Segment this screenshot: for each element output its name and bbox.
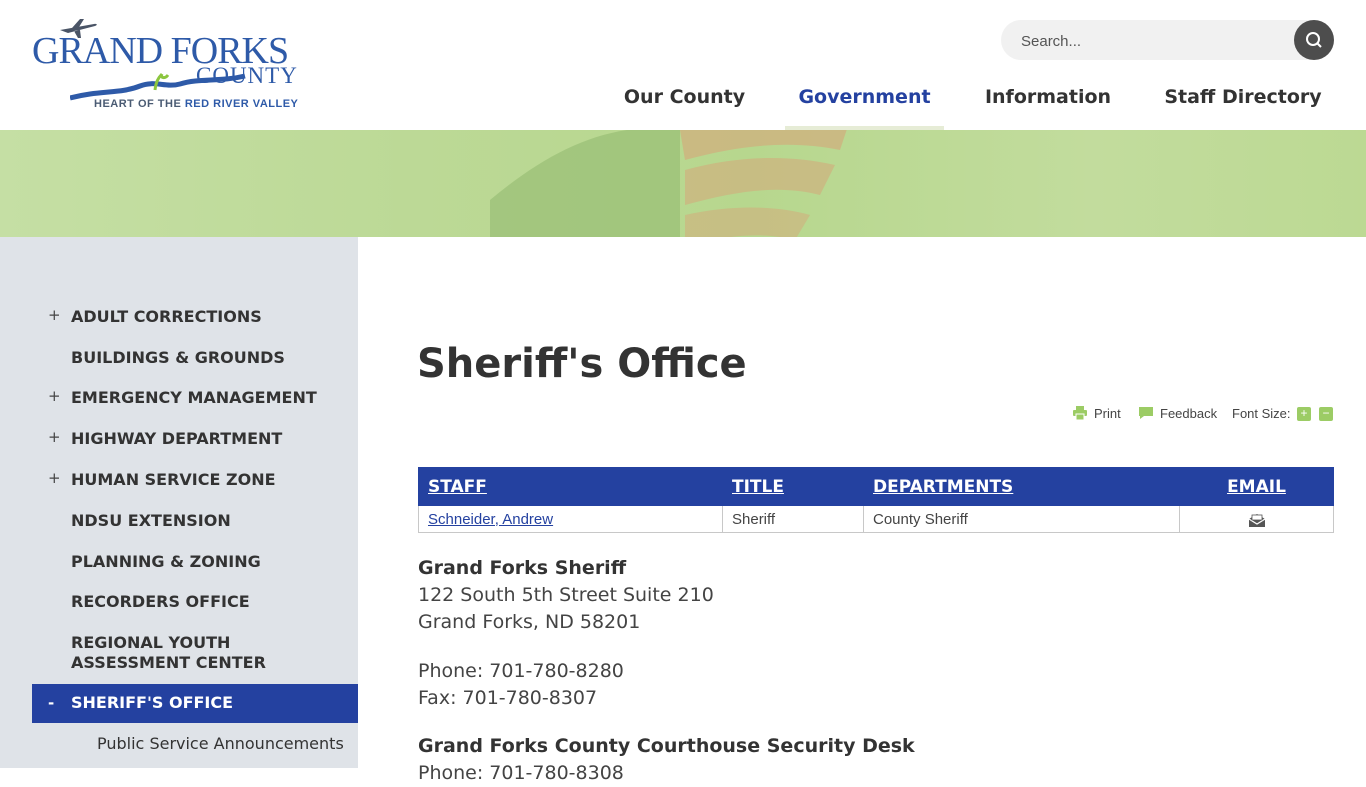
page-title: Sheriff's Office (417, 341, 747, 387)
print-button[interactable]: Print (1072, 404, 1121, 424)
contact-block-sheriff: Grand Forks Sheriff 122 South 5th Street… (418, 555, 714, 636)
expand-icon[interactable]: + (48, 386, 61, 406)
print-icon (1073, 406, 1087, 421)
staff-table: STAFF TITLE DEPARTMENTS EMAIL Schneider,… (418, 467, 1334, 533)
sidebar-subitem-public-service-announcements[interactable]: Public Service Announcements (97, 734, 344, 753)
font-increase-button[interactable]: + (1297, 407, 1311, 421)
feedback-button[interactable]: Feedback (1138, 404, 1217, 424)
feedback-icon (1139, 407, 1153, 419)
phone-number: Phone: 701-780-8280 (418, 660, 624, 682)
sidebar-item-sheriffs-office[interactable]: - SHERIFF'S OFFICE (32, 684, 358, 723)
expand-icon[interactable]: + (48, 427, 61, 447)
font-size-label: Font Size: (1232, 406, 1291, 421)
search-icon (1306, 32, 1322, 48)
nav-information[interactable]: Information (972, 70, 1124, 130)
hero-banner (0, 130, 1366, 237)
staff-name-link[interactable]: Schneider, Andrew (428, 511, 553, 528)
table-row: Schneider, Andrew Sheriff County Sheriff (418, 505, 1334, 533)
font-decrease-button[interactable]: − (1319, 407, 1333, 421)
column-header-staff[interactable]: STAFF (418, 467, 723, 506)
expand-icon[interactable]: + (48, 468, 61, 488)
nav-our-county[interactable]: Our County (612, 70, 757, 130)
column-header-title[interactable]: TITLE (722, 467, 864, 506)
contact-heading: Grand Forks Sheriff (418, 557, 627, 579)
cell-title: Sheriff (722, 505, 864, 533)
security-heading: Grand Forks County Courthouse Security D… (418, 735, 915, 757)
contact-block-phone: Phone: 701-780-8280 Fax: 701-780-8307 (418, 658, 624, 712)
cell-staff: Schneider, Andrew (418, 505, 723, 533)
address-line-2: Grand Forks, ND 58201 (418, 611, 641, 633)
column-header-departments[interactable]: DEPARTMENTS (863, 467, 1180, 506)
collapse-icon[interactable]: - (48, 693, 54, 713)
expand-icon[interactable]: + (48, 305, 61, 325)
site-header: GRAND FORKS COUNTY HEART OF THE RED RIVE… (0, 0, 1366, 130)
nav-government[interactable]: Government (785, 70, 944, 130)
security-phone: Phone: 701-780-8308 (418, 762, 624, 784)
page-tools: Print Feedback Font Size: + − (1070, 404, 1340, 424)
table-header-row: STAFF TITLE DEPARTMENTS EMAIL (418, 467, 1334, 506)
search-button[interactable] (1294, 20, 1334, 60)
cell-department: County Sheriff (863, 505, 1180, 533)
main-navigation: Our County Government Information Staff … (0, 70, 1366, 130)
search-bar (1001, 20, 1334, 60)
flag-banner-image (490, 130, 847, 237)
search-input[interactable] (1019, 28, 1283, 54)
fax-number: Fax: 701-780-8307 (418, 687, 598, 709)
contact-block-security: Grand Forks County Courthouse Security D… (418, 733, 915, 787)
sidebar-nav: + ADULT CORRECTIONS BUILDINGS & GROUNDS … (0, 237, 358, 768)
address-line-1: 122 South 5th Street Suite 210 (418, 584, 714, 606)
cell-email (1179, 505, 1334, 533)
envelope-icon[interactable] (1248, 513, 1265, 527)
column-header-email[interactable]: EMAIL (1179, 467, 1334, 506)
nav-staff-directory[interactable]: Staff Directory (1153, 70, 1333, 130)
